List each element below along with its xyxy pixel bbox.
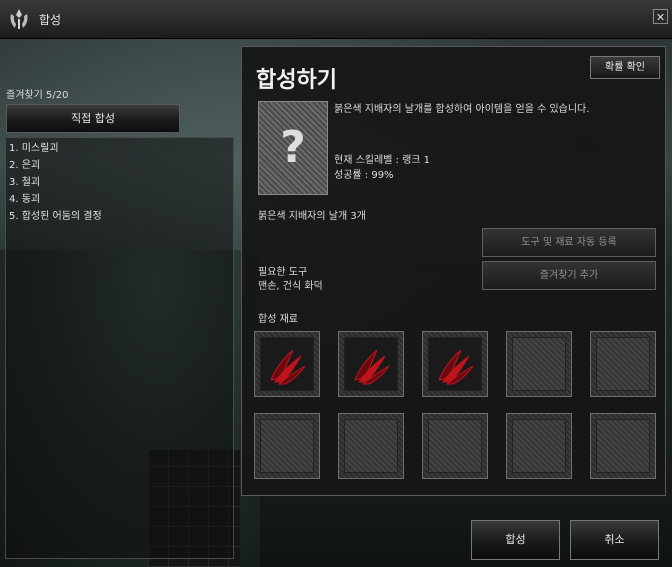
material-slot-empty[interactable] [590,413,656,479]
success-rate: 성공률 : 99% [334,170,394,181]
window-title: 합성 [39,13,62,27]
result-item-slot: ? [258,101,328,195]
cancel-button[interactable]: 취소 [570,520,659,560]
recipe-item[interactable]: 1. 미스릴괴 [9,140,230,157]
material-slot-inner [428,419,482,473]
recipe-item[interactable]: 2. 은괴 [9,157,230,174]
synthesis-logo-icon [10,9,28,29]
material-slot-empty[interactable] [422,413,488,479]
material-slot[interactable] [422,331,488,397]
recipe-item[interactable]: 5. 합성된 어둠의 결정 [9,208,230,225]
add-favorite-button[interactable]: 즐겨찾기 추가 [482,261,656,290]
material-slot-inner [512,337,566,391]
question-mark-icon: ? [280,122,306,173]
auto-register-button[interactable]: 도구 및 재료 자동 등록 [482,228,656,257]
recipe-description: 붉은색 지배자의 날개를 합성하여 아이템을 얻을 수 있습니다. [334,104,590,115]
title-bar[interactable]: 합성 ✕ [0,0,672,39]
close-button[interactable]: ✕ [653,9,668,24]
direct-synthesis-button[interactable]: 직접 합성 [6,104,180,133]
material-slot-inner [596,419,650,473]
probability-check-button[interactable]: 확률 확인 [590,56,660,79]
material-slot-empty[interactable] [506,331,572,397]
skill-level: 현재 스킬레벨 : 랭크 1 [334,155,431,166]
favorites-count: 즐겨찾기 5/20 [6,90,69,101]
material-slot-empty[interactable] [506,413,572,479]
material-slot[interactable] [338,331,404,397]
recipe-list: 1. 미스릴괴 2. 은괴 3. 철괴 4. 동괴 5. 합성된 어둠의 결정 [5,137,234,559]
material-slot-inner [512,419,566,473]
material-slot[interactable] [254,331,320,397]
recipe-item[interactable]: 3. 철괴 [9,174,230,191]
red-wing-icon [438,349,474,385]
material-slot-empty[interactable] [590,331,656,397]
material-slot-inner [344,419,398,473]
result-item-name: 붉은색 지배자의 날개 3개 [258,211,366,222]
materials-label: 합성 재료 [258,314,298,325]
recipe-item[interactable]: 4. 동괴 [9,191,230,208]
synthesize-button[interactable]: 합성 [471,520,560,560]
required-tools-value: 맨손, 건식 화덕 [258,281,323,292]
panel-title: 합성하기 [256,68,337,93]
required-tools-label: 필요한 도구 [258,267,308,278]
red-wing-icon [270,349,306,385]
red-wing-icon [354,349,390,385]
material-slot-empty[interactable] [254,413,320,479]
material-slot-inner [260,419,314,473]
material-slot-inner [596,337,650,391]
material-slot-empty[interactable] [338,413,404,479]
